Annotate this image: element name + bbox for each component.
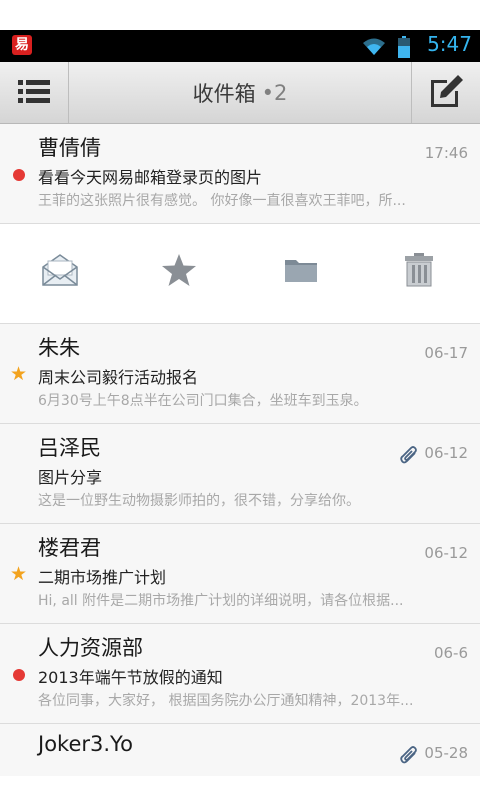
mail-date: 17:46 — [424, 144, 468, 162]
mail-preview: Hi, all 附件是二期市场推广计划的详细说明，请各位根据... — [38, 593, 404, 609]
compose-icon — [429, 74, 463, 111]
mark-read-button[interactable] — [38, 250, 82, 294]
folder-icon — [284, 257, 318, 287]
mail-subject: 2013年端午节放假的通知 — [38, 668, 223, 687]
attachment-icon — [400, 445, 418, 469]
mail-item[interactable]: 曹倩倩 17:46 看看今天网易邮箱登录页的图片 王菲的这张照片很有感觉。 你好… — [0, 124, 480, 224]
trash-icon — [404, 253, 434, 291]
mail-preview: 这是一位野生动物摄影师拍的，很不错，分享给你。 — [38, 493, 360, 509]
mail-sender: 曹倩倩 — [38, 136, 101, 160]
mail-date: 05-28 — [424, 744, 468, 762]
mail-date: 06-12 — [424, 444, 468, 462]
battery-icon — [398, 36, 410, 58]
mail-preview: 各位同事，大家好， 根据国务院办公厅通知精神，2013年... — [38, 693, 414, 709]
delete-button[interactable] — [397, 250, 441, 294]
mail-subject: 看看今天网易邮箱登录页的图片 — [38, 168, 263, 187]
move-folder-button[interactable] — [279, 250, 323, 294]
mail-preview: 王菲的这张照片很有感觉。 你好像一直很喜欢王菲吧，所... — [38, 193, 406, 209]
star-mark-icon[interactable]: ★ — [10, 565, 27, 584]
unread-dot — [13, 169, 25, 181]
clock: 5:47 — [427, 32, 472, 56]
title-text: 收件箱 — [192, 81, 256, 106]
mail-item[interactable]: 人力资源部 06-6 2013年端午节放假的通知 各位同事，大家好， 根据国务院… — [0, 624, 480, 724]
unread-dot — [13, 669, 25, 681]
wifi-icon — [362, 37, 386, 57]
attachment-icon — [400, 745, 418, 769]
toolbar: 收件箱 •2 — [0, 62, 480, 124]
unread-count: •2 — [261, 80, 288, 105]
star-icon — [161, 253, 197, 291]
mail-subject: 周末公司毅行活动报名 — [38, 368, 199, 387]
quick-actions-bar — [0, 224, 480, 324]
menu-button[interactable] — [0, 62, 69, 123]
top-blank — [0, 0, 480, 30]
mail-date: 06-17 — [424, 344, 468, 362]
mail-subject: 图片分享 — [38, 468, 103, 487]
netease-mail-icon: 易 — [12, 35, 32, 55]
mail-item[interactable]: 楼君君 06-12 ★ 二期市场推广计划 Hi, all 附件是二期市场推广计划… — [0, 524, 480, 624]
mail-sender: 人力资源部 — [38, 636, 143, 660]
status-bar: 易 5:47 — [0, 30, 480, 62]
star-button[interactable] — [157, 250, 201, 294]
mail-date: 06-12 — [424, 544, 468, 562]
mail-list: 曹倩倩 17:46 看看今天网易邮箱登录页的图片 王菲的这张照片很有感觉。 你好… — [0, 124, 480, 776]
mail-date: 06-6 — [433, 644, 468, 662]
mark-read-icon — [41, 253, 79, 291]
star-mark-icon[interactable]: ★ — [10, 365, 27, 384]
mail-sender: 吕泽民 — [38, 436, 101, 460]
mail-item[interactable]: 朱朱 06-17 ★ 周末公司毅行活动报名 6月30号上午8点半在公司门口集合，… — [0, 324, 480, 424]
mail-item[interactable]: Joker3.Yo 05-28 — [0, 724, 480, 776]
mail-sender: Joker3.Yo — [38, 732, 133, 756]
page-title: 收件箱 •2 — [68, 62, 412, 123]
mail-subject: 二期市场推广计划 — [38, 568, 167, 587]
list-menu-icon — [18, 79, 50, 107]
mail-item[interactable]: 吕泽民 06-12 图片分享 这是一位野生动物摄影师拍的，很不错，分享给你。 — [0, 424, 480, 524]
mail-sender: 朱朱 — [38, 336, 80, 360]
compose-button[interactable] — [411, 62, 480, 123]
mail-preview: 6月30号上午8点半在公司门口集合，坐班车到玉泉。 — [38, 393, 368, 409]
mail-sender: 楼君君 — [38, 536, 101, 560]
